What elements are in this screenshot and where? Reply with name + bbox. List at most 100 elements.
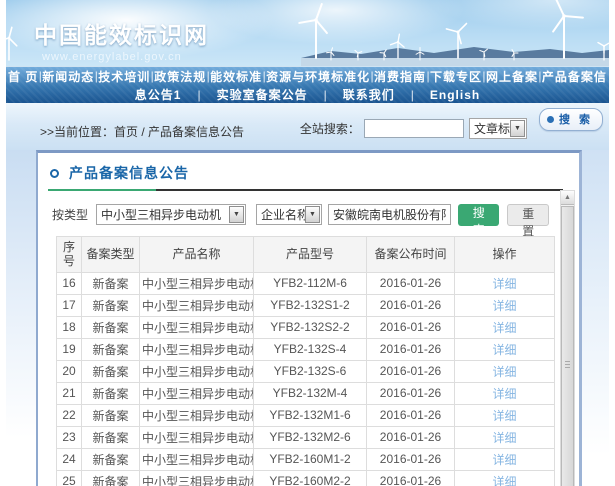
table-row: 16 新备案 中小型三相异步电动机 YFB2-112M-6 2016-01-26… <box>57 272 555 294</box>
scroll-up-icon[interactable]: ▲ <box>561 191 574 205</box>
cell-action: 详细 <box>455 294 555 316</box>
nav-item[interactable]: English <box>430 88 480 102</box>
chevron-down-icon[interactable]: ▼ <box>510 120 525 137</box>
search-category-value: 文章标题 <box>470 120 510 137</box>
detail-link[interactable]: 详细 <box>492 475 516 486</box>
detail-link[interactable]: 详细 <box>492 365 516 379</box>
nav-separator: | <box>538 69 541 83</box>
section-circle-icon <box>50 169 59 178</box>
cell-product-name: 中小型三相异步电动机 <box>140 316 254 338</box>
cell-serial: 20 <box>57 360 82 382</box>
table-row: 19 新备案 中小型三相异步电动机 YFB2-132S-4 2016-01-26… <box>57 338 555 360</box>
section-header: 产品备案信息公告 <box>38 153 579 183</box>
detail-link[interactable]: 详细 <box>492 387 516 401</box>
nav-item[interactable]: 政策法规 <box>154 68 206 85</box>
detail-link[interactable]: 详细 <box>492 277 516 291</box>
cell-publish-date: 2016-01-26 <box>367 426 455 448</box>
nav-separator: | <box>39 69 42 83</box>
cell-action: 详细 <box>455 470 555 486</box>
nav-item[interactable]: 实验室备案公告 <box>217 86 308 103</box>
cell-publish-date: 2016-01-26 <box>367 360 455 382</box>
cell-product-model: YFB2-160M1-2 <box>254 448 367 470</box>
records-scroll-area: 按类型 中小型三相异步电动机 ▼ 企业名称 ▼ 搜索 重置 <box>38 191 579 486</box>
nav-item[interactable]: 技术培训 <box>98 68 150 85</box>
cell-record-type: 新备案 <box>82 316 140 338</box>
page: 中国能效标识网 www.energylabel.gov.cn 首 页|新闻动态|… <box>6 0 609 486</box>
nav-item[interactable]: 联系我们 <box>343 86 395 103</box>
nav-separator: | <box>371 69 374 83</box>
cell-action: 详细 <box>455 448 555 470</box>
cell-record-type: 新备案 <box>82 338 140 360</box>
search-category-select[interactable]: 文章标题 ▼ <box>469 118 527 139</box>
nav-item[interactable]: 息公告1 <box>135 86 182 103</box>
cell-record-type: 新备案 <box>82 404 140 426</box>
product-type-select[interactable]: 中小型三相异步电动机 ▼ <box>96 204 246 225</box>
nav-separator: | <box>95 69 98 83</box>
nav-separator: | <box>263 69 266 83</box>
content-area: 产品备案信息公告 按类型 中小型三相异步电动机 ▼ 企业名称 ▼ <box>6 150 609 486</box>
cell-product-name: 中小型三相异步电动机 <box>140 338 254 360</box>
cell-serial: 16 <box>57 272 82 294</box>
company-field-value: 企业名称 <box>257 206 305 223</box>
cell-product-model: YFB2-132M2-6 <box>254 426 367 448</box>
company-name-input[interactable] <box>328 204 451 225</box>
nav-item[interactable]: 网上备案 <box>486 68 538 85</box>
detail-link[interactable]: 详细 <box>492 321 516 335</box>
breadcrumb-path: 首页 / 产品备案信息公告 <box>114 125 244 139</box>
content-panel: 产品备案信息公告 按类型 中小型三相异步电动机 ▼ 企业名称 ▼ <box>36 150 582 486</box>
cell-action: 详细 <box>455 360 555 382</box>
column-header: 序号 <box>57 237 82 273</box>
site-search-input[interactable] <box>364 119 464 138</box>
nav-item[interactable]: 消费指南 <box>374 68 426 85</box>
cell-product-model: YFB2-160M2-2 <box>254 470 367 486</box>
filter-reset-button[interactable]: 重置 <box>507 204 549 226</box>
detail-link[interactable]: 详细 <box>492 453 516 467</box>
breadcrumb-prefix: >>当前位置： <box>40 125 114 139</box>
main-nav: 首 页|新闻动态|技术培训|政策法规|能效标准|资源与环境标准化|消费指南|下载… <box>6 66 609 103</box>
nav-row-1: 首 页|新闻动态|技术培训|政策法规|能效标准|资源与环境标准化|消费指南|下载… <box>6 67 609 85</box>
nav-item[interactable]: 产品备案信 <box>542 68 607 85</box>
nav-item[interactable]: 新闻动态 <box>42 68 94 85</box>
cell-product-name: 中小型三相异步电动机 <box>140 382 254 404</box>
column-header: 产品名称 <box>140 237 254 273</box>
cell-publish-date: 2016-01-26 <box>367 382 455 404</box>
nav-separator: | <box>197 88 200 102</box>
cell-action: 详细 <box>455 382 555 404</box>
cell-action: 详细 <box>455 404 555 426</box>
nav-item[interactable]: 资源与环境标准化 <box>266 68 370 85</box>
site-search-label: 全站搜索： <box>300 120 360 137</box>
filter-bar: 按类型 中小型三相异步电动机 ▼ 企业名称 ▼ 搜索 重置 <box>52 203 549 226</box>
table-row: 18 新备案 中小型三相异步电动机 YFB2-132S2-2 2016-01-2… <box>57 316 555 338</box>
cell-publish-date: 2016-01-26 <box>367 448 455 470</box>
detail-link[interactable]: 详细 <box>492 299 516 313</box>
chevron-down-icon[interactable]: ▼ <box>305 206 320 223</box>
company-field-select[interactable]: 企业名称 ▼ <box>256 204 322 225</box>
filter-search-button[interactable]: 搜索 <box>458 204 500 226</box>
column-header: 备案类型 <box>82 237 140 273</box>
nav-separator: | <box>151 69 154 83</box>
cell-record-type: 新备案 <box>82 382 140 404</box>
cell-product-model: YFB2-132S-4 <box>254 338 367 360</box>
detail-link[interactable]: 详细 <box>492 431 516 445</box>
cell-action: 详细 <box>455 426 555 448</box>
nav-separator: | <box>411 88 414 102</box>
detail-link[interactable]: 详细 <box>492 343 516 357</box>
chevron-down-icon[interactable]: ▼ <box>229 206 244 223</box>
table-row: 17 新备案 中小型三相异步电动机 YFB2-132S1-2 2016-01-2… <box>57 294 555 316</box>
cell-serial: 18 <box>57 316 82 338</box>
nav-item[interactable]: 下载专区 <box>430 68 482 85</box>
table-scrollbar[interactable]: ▲ <box>560 190 575 486</box>
table-row: 20 新备案 中小型三相异步电动机 YFB2-132S-6 2016-01-26… <box>57 360 555 382</box>
cell-record-type: 新备案 <box>82 448 140 470</box>
cell-record-type: 新备案 <box>82 272 140 294</box>
detail-link[interactable]: 详细 <box>492 409 516 423</box>
cell-record-type: 新备案 <box>82 426 140 448</box>
site-search-button[interactable]: 搜 索 <box>539 108 603 131</box>
table-row: 24 新备案 中小型三相异步电动机 YFB2-160M1-2 2016-01-2… <box>57 448 555 470</box>
cell-serial: 19 <box>57 338 82 360</box>
scrollbar-thumb[interactable] <box>561 206 574 486</box>
cell-serial: 23 <box>57 426 82 448</box>
nav-item[interactable]: 首 页 <box>8 68 38 85</box>
site-url: www.energylabel.gov.cn <box>42 51 209 63</box>
nav-item[interactable]: 能效标准 <box>210 68 262 85</box>
